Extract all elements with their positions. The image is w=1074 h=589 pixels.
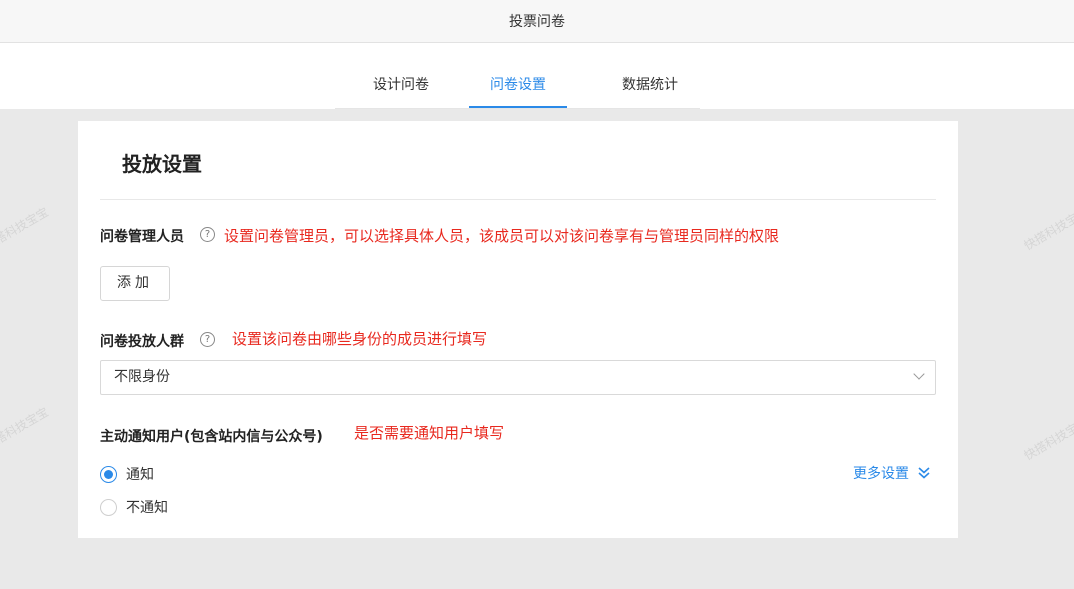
settings-card: 投放设置 问卷管理人员 ? 设置问卷管理员，可以选择具体人员，该成员可以对该问卷… — [78, 121, 958, 538]
active-tab-indicator — [469, 106, 567, 108]
tab-design[interactable]: 设计问卷 — [335, 43, 467, 109]
watermark: 快搭科技宝宝 — [1021, 414, 1074, 463]
watermark: 快搭科技宝宝 — [1021, 204, 1074, 253]
audience-select-value: 不限身份 — [114, 369, 170, 385]
tab-statistics[interactable]: 数据统计 — [595, 43, 705, 109]
radio-label: 不通知 — [126, 500, 168, 516]
radio-label: 通知 — [126, 467, 154, 483]
more-settings-label: 更多设置 — [853, 466, 909, 482]
chevron-down-icon — [913, 368, 925, 380]
card-title: 投放设置 — [122, 152, 202, 176]
watermark: 快搭科技宝宝 — [0, 404, 51, 453]
watermark: 快搭科技宝宝 — [0, 204, 51, 253]
managers-note: 设置问卷管理员，可以选择具体人员，该成员可以对该问卷享有与管理员同样的权限 — [224, 227, 780, 245]
help-icon[interactable]: ? — [200, 227, 215, 242]
divider — [100, 199, 936, 200]
tab-bar: 设计问卷 问卷设置 数据统计 — [0, 43, 1074, 109]
radio-no-notify[interactable]: 不通知 — [100, 497, 168, 517]
audience-note: 设置该问卷由哪些身份的成员进行填写 — [232, 330, 488, 348]
title-bar: 投票问卷 — [0, 0, 1074, 43]
radio-notify[interactable]: 通知 — [100, 464, 154, 484]
more-settings-link[interactable]: 更多设置 — [853, 463, 931, 483]
double-chevron-down-icon — [918, 467, 930, 479]
radio-checked-icon[interactable] — [100, 465, 117, 483]
tab-settings[interactable]: 问卷设置 — [469, 43, 567, 109]
page-title: 投票问卷 — [509, 14, 565, 30]
radio-unchecked-icon[interactable] — [100, 498, 117, 516]
add-manager-button[interactable]: 添加 — [100, 266, 170, 301]
audience-label: 问卷投放人群 — [100, 334, 184, 350]
notify-label: 主动通知用户(包含站内信与公众号) — [100, 429, 323, 445]
help-icon[interactable]: ? — [200, 332, 215, 347]
tabs: 设计问卷 问卷设置 数据统计 — [335, 43, 700, 109]
audience-select[interactable]: 不限身份 — [100, 360, 936, 395]
managers-label: 问卷管理人员 — [100, 229, 184, 245]
notify-note: 是否需要通知用户填写 — [354, 424, 505, 442]
